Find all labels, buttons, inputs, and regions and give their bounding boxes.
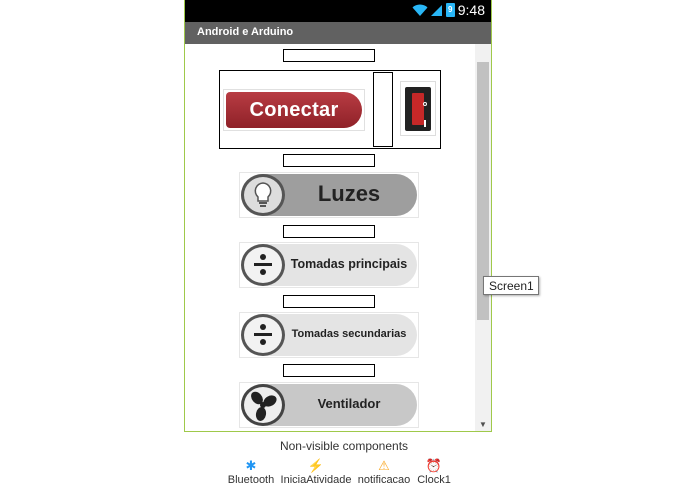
- fan-glyph: [251, 391, 277, 421]
- switch-off-mark: [423, 102, 427, 106]
- luzes-button-label: Luzes: [317, 181, 381, 206]
- power-switch-icon[interactable]: [400, 81, 436, 136]
- fan-icon: [241, 384, 285, 426]
- screen-content: Conectar Luzes Tomadas principais Tomada…: [185, 44, 475, 431]
- ventilador-button[interactable]: Ventilador: [239, 382, 419, 428]
- spacer-label: [283, 49, 375, 62]
- scroll-down-arrow-icon[interactable]: ▼: [475, 420, 491, 430]
- tomadas-secundarias-button[interactable]: Tomadas secundarias: [239, 312, 419, 358]
- divide-glyph: [254, 324, 272, 345]
- connect-button[interactable]: Conectar: [223, 89, 365, 131]
- status-bar: 9 9:48: [185, 0, 491, 22]
- status-time: 9:48: [457, 2, 485, 18]
- nv-clock1[interactable]: ⏰ Clock1: [414, 458, 454, 486]
- connect-button-label: Conectar: [226, 92, 362, 128]
- spacer-label: [283, 154, 375, 167]
- nv-notificacao-label: notificacao: [357, 474, 411, 486]
- ventilador-label: Ventilador: [317, 396, 381, 411]
- nv-iniciaatividade-label: IniciaAtividade: [280, 474, 352, 486]
- wifi-icon: [412, 4, 428, 16]
- battery-level: 9: [448, 5, 453, 14]
- nv-clock1-label: Clock1: [417, 474, 451, 486]
- lightbulb-icon: [241, 174, 285, 216]
- divide-icon: [241, 314, 285, 356]
- lightbulb-glyph: [254, 182, 272, 207]
- luzes-button[interactable]: Luzes: [239, 172, 419, 218]
- spacer-label: [283, 295, 375, 308]
- tooltip: Screen1: [483, 276, 539, 295]
- signal-icon: [430, 4, 442, 16]
- nv-bluetooth[interactable]: ✱ Bluetooth: [222, 458, 280, 486]
- warning-icon: ⚠: [378, 458, 390, 473]
- lightning-icon: ⚡: [307, 458, 325, 473]
- nv-iniciaatividade[interactable]: ⚡ IniciaAtividade: [280, 458, 352, 486]
- switch-on-mark: [424, 120, 426, 127]
- vertical-scrollbar[interactable]: ▼: [475, 44, 491, 431]
- tomadas-principais-label: Tomadas principais: [290, 257, 408, 271]
- battery-icon: 9: [445, 3, 455, 17]
- tomadas-principais-button[interactable]: Tomadas principais: [239, 242, 419, 288]
- connect-row: Conectar: [219, 70, 441, 149]
- spacer-label: [283, 225, 375, 238]
- switch-rocker: [412, 93, 427, 127]
- alarm-clock-icon: ⏰: [425, 458, 443, 473]
- phone-preview: 9 9:48 Android e Arduino Conectar Luzes …: [184, 0, 492, 432]
- tomadas-secundarias-label: Tomadas secundarias: [291, 328, 407, 340]
- nv-notificacao[interactable]: ⚠ notificacao: [354, 458, 414, 486]
- connect-spacer: [373, 72, 393, 147]
- nv-bluetooth-label: Bluetooth: [227, 474, 275, 486]
- divide-glyph: [254, 254, 272, 275]
- non-visible-title: Non-visible components: [279, 439, 409, 453]
- divide-icon: [241, 244, 285, 286]
- app-title: Android e Arduino: [185, 22, 491, 44]
- bluetooth-icon: ✱: [245, 458, 257, 473]
- spacer-label: [283, 364, 375, 377]
- switch-body: [405, 87, 431, 131]
- designer-canvas: 9 9:48 Android e Arduino Conectar Luzes …: [0, 0, 688, 496]
